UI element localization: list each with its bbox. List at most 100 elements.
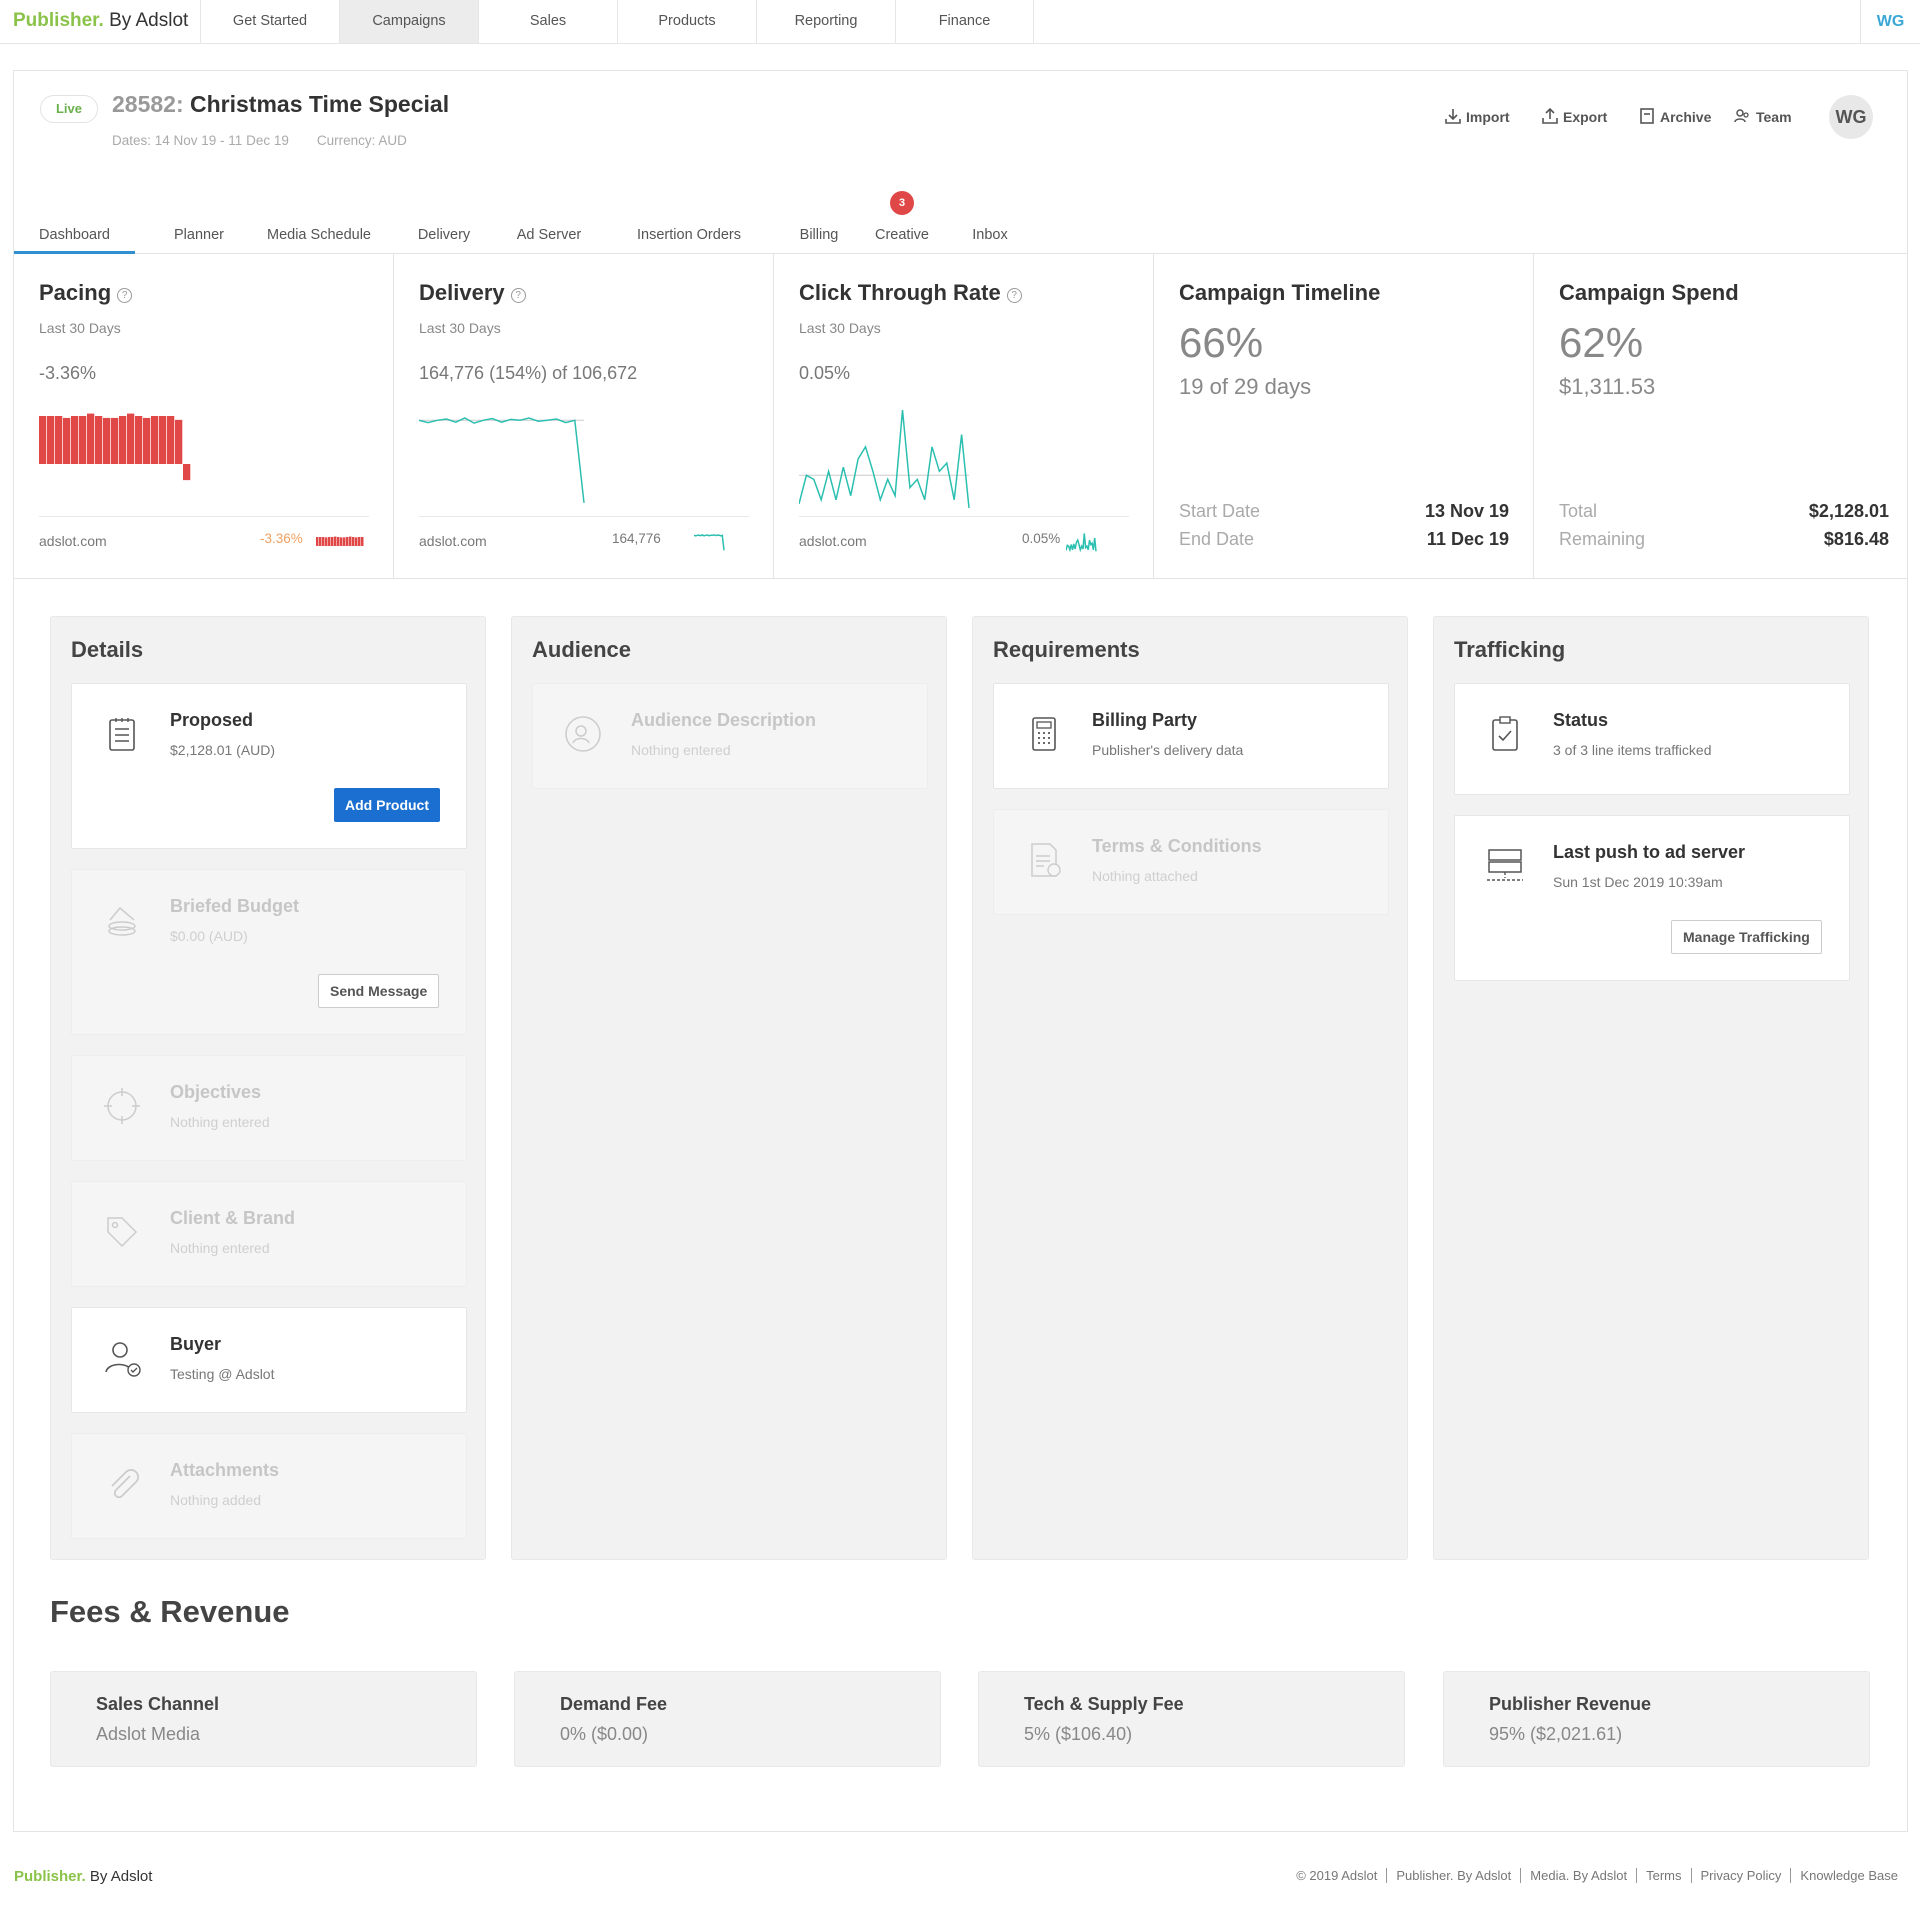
pacing-sparkline-bar (337, 537, 340, 546)
remaining-row: Remaining $816.48 (1559, 529, 1889, 549)
delivery-card: Delivery? Last 30 Days 164,776 (154%) of… (394, 254, 774, 579)
pacing-chart-bar (103, 417, 111, 464)
delivery-source: adslot.com (419, 533, 487, 549)
tab-delivery[interactable]: Delivery (404, 221, 484, 254)
nav-finance[interactable]: Finance (895, 0, 1034, 43)
top-navbar: Publisher. By Adslot Get Started Campaig… (0, 0, 1920, 44)
footer-link-terms[interactable]: Terms (1636, 1868, 1691, 1883)
pacing-sparkline-bar (349, 536, 352, 546)
details-panel: Details Proposed $2,128.01 (AUD) Add Pro… (50, 616, 486, 1560)
footer-link-knowledge-base[interactable]: Knowledge Base (1790, 1868, 1907, 1883)
user-menu[interactable]: WG (1860, 0, 1920, 43)
start-date-row: Start Date 13 Nov 19 (1179, 501, 1509, 521)
pacing-chart-bar (71, 416, 79, 464)
total-value: $2,128.01 (1808, 501, 1889, 521)
pacing-sparkline-bar (343, 537, 346, 546)
remaining-value: $816.48 (1823, 529, 1889, 549)
help-icon[interactable]: ? (510, 288, 526, 303)
tab-planner[interactable]: Planner (154, 221, 244, 254)
pacing-chart-bar (111, 417, 119, 464)
tab-ad-server[interactable]: Ad Server (504, 221, 594, 254)
export-button[interactable]: Export (1541, 107, 1607, 125)
trafficking-status-card: Status 3 of 3 line items trafficked (1454, 683, 1850, 795)
attachments-card: Attachments Nothing added (71, 1433, 467, 1539)
pacing-sparkline-bar (319, 537, 322, 546)
footer-copyright: © 2019 Adslot (1296, 1868, 1378, 1883)
tab-media-schedule[interactable]: Media Schedule (254, 221, 384, 254)
footer-link-privacy[interactable]: Privacy Policy (1690, 1868, 1791, 1883)
pacing-chart-bar (79, 416, 87, 464)
audience-title: Audience (532, 637, 632, 662)
pacing-sparkline-bar (322, 537, 325, 546)
nav-get-started[interactable]: Get Started (200, 0, 339, 43)
delivery-source-value: 164,776 (612, 531, 661, 546)
add-product-button[interactable]: Add Product (334, 788, 440, 822)
team-button[interactable]: Team (1734, 107, 1792, 125)
tab-billing[interactable]: Billing (779, 221, 859, 254)
spend-amount: $1,311.53 (1559, 374, 1656, 399)
ctr-sparkline (1066, 533, 1097, 552)
ctr-period: Last 30 Days (799, 320, 881, 336)
pacing-sparkline-bar (340, 537, 343, 546)
manage-trafficking-button[interactable]: Manage Trafficking (1671, 920, 1822, 954)
footer-logo[interactable]: Publisher. By Adslot (14, 1868, 152, 1885)
briefed-budget-card: Briefed Budget $0.00 (AUD) Send Message (71, 869, 467, 1035)
tab-creative[interactable]: Creative (867, 221, 937, 254)
help-icon[interactable]: ? (117, 288, 133, 303)
ctr-source: adslot.com (799, 533, 867, 549)
pacing-chart (39, 413, 191, 481)
import-icon (1445, 109, 1461, 124)
app-logo[interactable]: Publisher. By Adslot (13, 10, 188, 32)
requirements-panel: Requirements Billing Party Publisher's d… (972, 616, 1408, 1560)
pacing-chart-bar (151, 416, 159, 464)
footer-link-media[interactable]: Media. By Adslot (1520, 1868, 1637, 1883)
ctr-card: Click Through Rate? Last 30 Days 0.05% a… (774, 254, 1154, 579)
status-badge: Live (40, 95, 98, 123)
spend-title: Campaign Spend (1559, 280, 1739, 305)
ctr-title: Click Through Rate? (799, 280, 1022, 306)
timeline-days: 19 of 29 days (1179, 374, 1312, 399)
pacing-value: -3.36% (39, 363, 97, 383)
nav-reporting[interactable]: Reporting (756, 0, 895, 43)
footer-link-publisher[interactable]: Publisher. By Adslot (1386, 1868, 1521, 1883)
pacing-sparkline-bar (358, 537, 361, 546)
import-button[interactable]: Import (1444, 107, 1510, 125)
timeline-card: Campaign Timeline 66% 19 of 29 days Star… (1154, 254, 1534, 579)
requirements-title: Requirements (993, 637, 1140, 662)
client-brand-card: Client & Brand Nothing entered (71, 1181, 467, 1287)
archive-button[interactable]: Archive (1638, 107, 1711, 125)
pacing-chart-bar (167, 416, 175, 464)
nav-products[interactable]: Products (617, 0, 756, 43)
clipboard-check-icon (1492, 716, 1518, 751)
send-message-button[interactable]: Send Message (318, 974, 440, 1008)
buyer-card: Buyer Testing @ Adslot (71, 1307, 467, 1413)
pacing-sparkline-bar (316, 537, 319, 546)
delivery-value: 164,776 (154%) of 106,672 (419, 363, 638, 383)
help-icon[interactable]: ? (1006, 288, 1022, 303)
pacing-chart-bar (119, 416, 127, 464)
pacing-chart-bar (143, 417, 151, 464)
pacing-sparkline-bar (346, 537, 349, 546)
pacing-chart-bar (87, 413, 95, 464)
avatar[interactable]: WG (1829, 95, 1873, 139)
tab-dashboard[interactable]: Dashboard (14, 221, 135, 254)
audience-panel: Audience Audience Description Nothing en… (511, 616, 947, 1560)
pacing-sparkline (316, 536, 364, 546)
delivery-sparkline (694, 534, 725, 551)
tag-icon (107, 1217, 138, 1248)
pacing-sparkline-bar (325, 537, 328, 546)
tab-inbox[interactable]: Inbox (960, 221, 1020, 254)
document-check-icon (1031, 843, 1061, 877)
delivery-chart (419, 417, 585, 503)
timeline-percent: 66% (1179, 319, 1264, 366)
tech-supply-fee-card: Tech & Supply Fee 5% ($106.40) (978, 1671, 1405, 1767)
divider (799, 516, 1129, 517)
nav-sales[interactable]: Sales (478, 0, 617, 43)
pacing-chart-bar (135, 416, 143, 464)
tab-insertion-orders[interactable]: Insertion Orders (614, 221, 764, 254)
spend-percent: 62% (1559, 319, 1644, 366)
proposed-card: Proposed $2,128.01 (AUD) Add Product (71, 683, 467, 849)
pacing-period: Last 30 Days (39, 320, 121, 336)
nav-campaigns[interactable]: Campaigns (339, 0, 478, 43)
ctr-value: 0.05% (799, 363, 851, 383)
